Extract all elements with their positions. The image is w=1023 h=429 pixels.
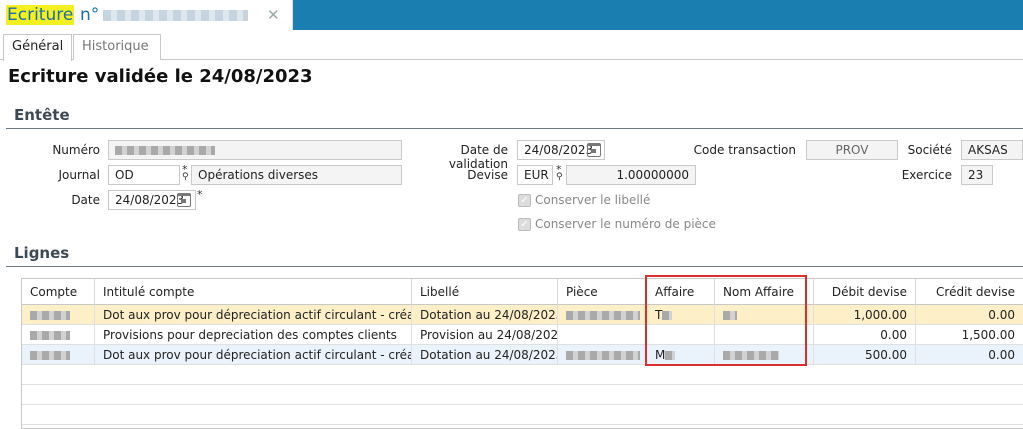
conserver-libelle-checkbox[interactable]: ✓ [518, 194, 531, 207]
section-lignes-heading: Lignes [14, 244, 70, 262]
table-row[interactable]: Dot aux prov pour dépreciation actif cir… [22, 305, 1023, 325]
cell-debit: 1,000.00 [814, 305, 916, 325]
cell-libelle: Dotation au 24/08/2023 [412, 345, 558, 365]
col-intitule[interactable]: Intitulé compte [95, 279, 412, 305]
cell-intitule: Dot aux prov pour dépreciation actif cir… [95, 345, 412, 365]
conserver-piece-checkbox[interactable]: ✓ [518, 218, 531, 231]
lookup-pin-icon[interactable]: ⚲ [556, 172, 563, 182]
cell-intitule: Provisions pour depreciation des comptes… [95, 325, 412, 345]
societe-field: AKSAS [961, 140, 1023, 160]
section-entete-heading: Entête [14, 106, 70, 124]
conserver-piece-label: Conserver le numéro de pièce [535, 217, 716, 231]
table-row-empty[interactable] [22, 405, 1023, 425]
table-row[interactable]: Dot aux prov pour dépreciation actif cir… [22, 345, 1023, 365]
conserver-libelle-label: Conserver le libellé [535, 193, 651, 207]
lookup-pin-icon[interactable]: ⚲ [182, 172, 189, 182]
document-tab[interactable]: Ecriture n° ✕ [0, 0, 293, 30]
col-piece[interactable]: Pièce [558, 279, 647, 305]
code-transaction-field: PROV [806, 140, 898, 160]
title-redacted-number [103, 10, 248, 21]
cell-libelle: Provision au 24/08/2023 [412, 325, 558, 345]
page-title: Ecriture validée le 24/08/2023 [8, 66, 313, 87]
cell-intitule: Dot aux prov pour dépreciation actif cir… [95, 305, 412, 325]
journal-label: Journal [58, 168, 100, 182]
cell-piece [558, 345, 647, 365]
table-row[interactable]: Provisions pour depreciation des comptes… [22, 325, 1023, 345]
cell-libelle: Dotation au 24/08/2023 [412, 305, 558, 325]
numero-field[interactable] [108, 140, 402, 160]
cell-compte [22, 325, 95, 345]
table-row-empty[interactable] [22, 385, 1023, 405]
titlebar-accent [293, 0, 1023, 30]
close-icon[interactable]: ✕ [267, 5, 280, 25]
numero-label: Numéro [52, 143, 100, 157]
required-mark: * [197, 188, 203, 201]
lignes-table: Compte Intitulé compte Libellé Pièce Aff… [21, 278, 1023, 429]
title-highlight: Ecriture [6, 5, 75, 25]
devise-code-field[interactable]: EUR [517, 165, 553, 185]
col-libelle[interactable]: Libellé [412, 279, 558, 305]
col-debit[interactable]: Débit devise [814, 279, 916, 305]
cell-credit: 0.00 [916, 305, 1023, 325]
cell-piece [558, 305, 647, 325]
calendar-icon[interactable] [587, 143, 601, 157]
date-label: Date [71, 193, 100, 207]
cell-credit: 1,500.00 [916, 325, 1023, 345]
title-rest: n° [80, 5, 100, 25]
calendar-icon[interactable] [177, 193, 191, 207]
window-titlebar: Ecriture n° ✕ [0, 0, 1023, 30]
table-row-empty[interactable] [22, 365, 1023, 385]
col-credit[interactable]: Crédit devise [916, 279, 1023, 305]
cell-compte [22, 305, 95, 325]
cell-compte [22, 345, 95, 365]
journal-name-field: Opérations diverses [191, 165, 402, 185]
annotation-highlight-box [645, 275, 807, 366]
exercice-label: Exercice [901, 168, 952, 182]
cell-debit: 0.00 [814, 325, 916, 345]
tab-historique[interactable]: Historique [73, 34, 161, 60]
exercice-field: 23 [961, 165, 993, 185]
cell-piece [558, 325, 647, 345]
date-validation-label: Date de validation [448, 143, 508, 171]
col-compte[interactable]: Compte [22, 279, 95, 305]
section-divider [6, 128, 1023, 129]
devise-rate-field: 1.00000000 [566, 165, 696, 185]
section-divider [6, 266, 1023, 267]
cell-credit: 0.00 [916, 345, 1023, 365]
devise-label: Devise [467, 168, 508, 182]
tab-bar: Général Historique [0, 34, 1023, 61]
code-transaction-label: Code transaction [693, 143, 796, 157]
societe-label: Société [907, 143, 952, 157]
table-header: Compte Intitulé compte Libellé Pièce Aff… [22, 279, 1023, 305]
cell-debit: 500.00 [814, 345, 916, 365]
tab-general[interactable]: Général [3, 34, 72, 61]
journal-code-field[interactable]: OD [108, 165, 180, 185]
